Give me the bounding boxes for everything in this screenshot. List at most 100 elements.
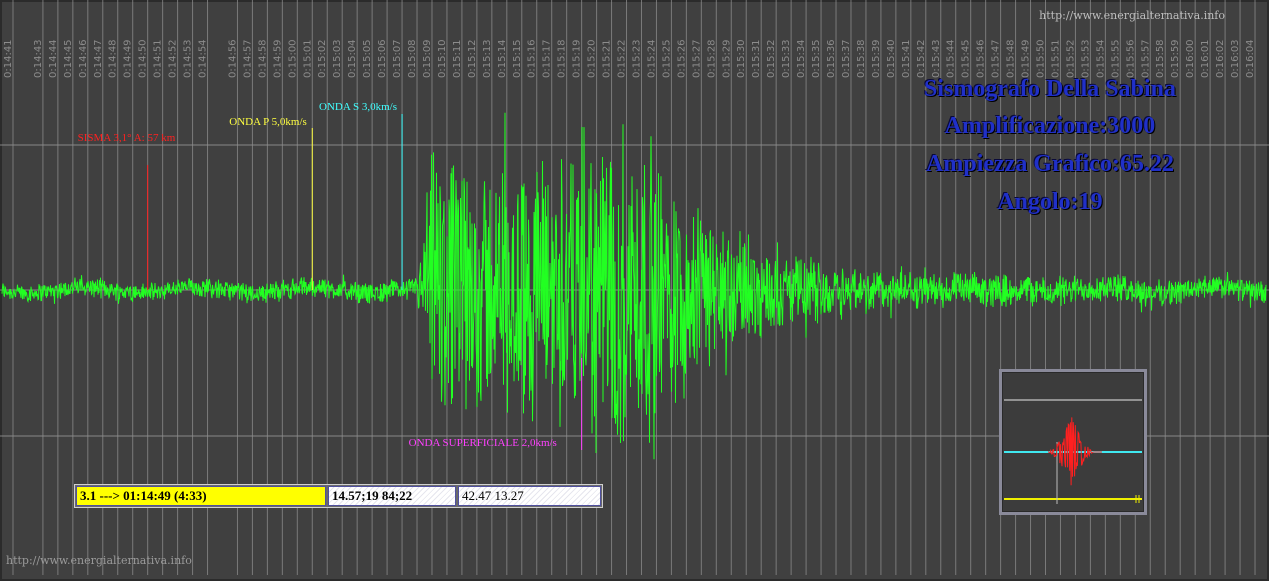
time-tick-label: 0:14:58 <box>257 39 268 78</box>
mini-waveform-panel <box>999 369 1147 515</box>
time-tick-label: 0:16:03 <box>1230 39 1241 78</box>
time-tick-label: 0:15:15 <box>512 39 523 78</box>
time-tick-label: 0:15:20 <box>587 39 598 78</box>
watermark-top: http://www.energialternativa.info <box>1039 9 1225 22</box>
time-tick-label: 0:15:34 <box>796 39 807 78</box>
time-tick-label: 0:15:28 <box>706 39 717 78</box>
time-tick-label: 0:14:43 <box>33 39 44 78</box>
time-tick-label: 0:15:36 <box>826 39 837 78</box>
coords-cell: 42.47 13.27 <box>458 486 601 506</box>
time-tick-label: 0:15:08 <box>407 39 418 78</box>
time-tick-label: 0:15:01 <box>302 39 313 78</box>
time-tick-label: 0:15:06 <box>377 39 388 78</box>
time-tick-label: 0:15:00 <box>287 39 298 78</box>
time-tick-label: 0:15:58 <box>1155 39 1166 78</box>
time-tick-label: 0:15:05 <box>362 39 373 78</box>
time-tick-label: 0:15:56 <box>1125 39 1136 78</box>
time-tick-label: 0:15:11 <box>452 39 463 78</box>
chart-title: Sismografo Della Sabina <box>923 76 1177 102</box>
amplification-label: Amplificazione:3000 <box>944 113 1156 139</box>
time-tick-label: 0:15:31 <box>751 39 762 78</box>
time-tick-label: 0:14:49 <box>123 39 134 78</box>
time-tick-label: 0:15:23 <box>631 39 642 78</box>
time-tick-label: 0:15:04 <box>347 39 358 78</box>
time-tick-label: 0:15:12 <box>467 39 478 78</box>
time-tick-label: 0:16:00 <box>1185 39 1196 78</box>
time-tick-label: 0:15:33 <box>781 39 792 78</box>
wave-markers <box>147 114 583 450</box>
time-tick-label: 0:14:57 <box>242 39 253 78</box>
graph-amplitude-label: Ampiezza Grafico:65.22 <box>926 151 1174 177</box>
time-tick-label: 0:15:10 <box>437 39 448 78</box>
time-tick-label: 0:15:35 <box>811 39 822 78</box>
time-tick-label: 0:15:09 <box>422 39 433 78</box>
time-tick-label: 0:14:56 <box>227 39 238 78</box>
time-tick-label: 0:16:02 <box>1215 39 1226 78</box>
time-tick-label: 0:15:47 <box>991 39 1002 78</box>
time-tick-label: 0:14:45 <box>63 39 74 78</box>
time-tick-label: 0:14:53 <box>183 39 194 78</box>
marker-label: ONDA S 3,0km/s <box>319 101 397 113</box>
time-tick-label: 0:15:49 <box>1021 39 1032 78</box>
time-tick-label: 0:14:59 <box>272 39 283 78</box>
time-tick-label: 0:15:26 <box>676 39 687 78</box>
status-bar: 3.1 ---> 01:14:49 (4:33) 14.57;19 84;22 … <box>74 484 603 508</box>
time-tick-label: 0:15:13 <box>482 39 493 78</box>
time-tick-label: 0:15:42 <box>916 39 927 78</box>
time-tick-label: 0:15:40 <box>886 39 897 78</box>
time-tick-label: 0:15:43 <box>931 39 942 78</box>
time-tick-label: 0:15:29 <box>721 39 732 78</box>
time-tick-label: 0:15:55 <box>1110 39 1121 78</box>
time-tick-label: 0:15:02 <box>317 39 328 78</box>
time-tick-label: 0:14:52 <box>168 39 179 78</box>
time-tick-labels: 0:14:41 0:14:43 0:14:44 0:14:45 0:14:46 0:14:… <box>3 39 1256 78</box>
time-tick-label: 0:14:50 <box>138 39 149 78</box>
time-tick-label: 0:15:25 <box>661 39 672 78</box>
time-tick-label: 0:15:39 <box>871 39 882 78</box>
watermark-bottom: http://www.energialternativa.info <box>6 554 192 567</box>
angle-label: Angolo:19 <box>997 189 1103 215</box>
time-tick-label: 0:15:50 <box>1036 39 1047 78</box>
time-tick-label: 0:14:47 <box>93 39 104 78</box>
time-tick-label: 0:14:46 <box>78 39 89 78</box>
time-tick-label: 0:15:46 <box>976 39 987 78</box>
time-tick-label: 0:15:19 <box>572 39 583 78</box>
values-cell: 14.57;19 84;22 <box>328 486 456 506</box>
time-tick-label: 0:15:22 <box>617 39 628 78</box>
mini-waveform-plot <box>1004 399 1142 504</box>
time-tick-label: 0:15:30 <box>736 39 747 78</box>
time-tick-label: 0:14:51 <box>153 39 164 78</box>
time-tick-label: 0:15:59 <box>1170 39 1181 78</box>
time-tick-label: 0:15:51 <box>1050 39 1061 78</box>
time-tick-label: 0:15:21 <box>602 39 613 78</box>
time-tick-label: 0:15:41 <box>901 39 912 78</box>
time-tick-label: 0:15:32 <box>766 39 777 78</box>
time-tick-label: 0:15:44 <box>946 39 957 78</box>
time-tick-label: 0:15:24 <box>646 39 657 78</box>
marker-label: SISMA 3,1° A: 57 km <box>77 132 176 144</box>
time-tick-label: 0:15:16 <box>527 39 538 78</box>
time-tick-label: 0:15:37 <box>841 39 852 78</box>
time-tick-label: 0:15:52 <box>1065 39 1076 78</box>
time-tick-label: 0:14:41 <box>3 39 14 78</box>
time-tick-label: 0:16:01 <box>1200 39 1211 78</box>
time-tick-label: 0:15:38 <box>856 39 867 78</box>
time-tick-label: 0:15:17 <box>542 39 553 78</box>
time-tick-label: 0:15:57 <box>1140 39 1151 78</box>
time-tick-label: 0:16:04 <box>1245 39 1256 78</box>
time-tick-label: 0:15:54 <box>1095 39 1106 78</box>
time-tick-label: 0:15:53 <box>1080 39 1091 78</box>
time-tick-label: 0:15:14 <box>497 39 508 78</box>
marker-label: ONDA P 5,0km/s <box>229 116 307 128</box>
marker-label: ONDA SUPERFICIALE 2,0km/s <box>408 437 557 449</box>
time-tick-label: 0:15:45 <box>961 39 972 78</box>
event-info-cell: 3.1 ---> 01:14:49 (4:33) <box>76 486 326 506</box>
time-tick-label: 0:15:18 <box>557 39 568 78</box>
time-tick-label: 0:14:48 <box>108 39 119 78</box>
time-tick-label: 0:14:54 <box>198 39 209 78</box>
time-tick-label: 0:15:48 <box>1006 39 1017 78</box>
time-tick-label: 0:15:07 <box>392 39 403 78</box>
time-tick-label: 0:15:27 <box>691 39 702 78</box>
time-tick-label: 0:14:44 <box>48 39 59 78</box>
time-tick-label: 0:15:03 <box>332 39 343 78</box>
